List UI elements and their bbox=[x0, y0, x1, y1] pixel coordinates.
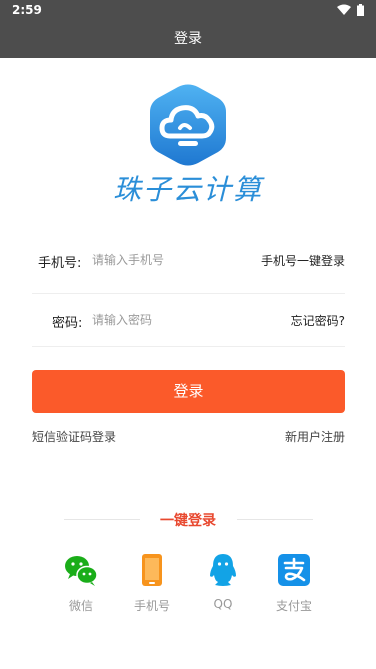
wechat-icon bbox=[65, 556, 98, 586]
battery-icon bbox=[357, 4, 364, 16]
cloud-logo-icon bbox=[150, 84, 226, 166]
qq-label: QQ bbox=[213, 597, 233, 611]
status-bar: 2:59 bbox=[0, 0, 376, 22]
alipay-login-button[interactable]: 支付宝 bbox=[259, 553, 329, 614]
divider bbox=[32, 346, 345, 347]
qq-icon bbox=[210, 554, 236, 586]
sms-login-link[interactable]: 短信验证码登录 bbox=[32, 428, 116, 445]
title-bar: 登录 bbox=[0, 22, 376, 58]
brand-name: 珠子云计算 bbox=[112, 173, 263, 206]
quick-login-title: 一键登录 bbox=[160, 513, 216, 529]
wechat-label: 微信 bbox=[68, 599, 93, 613]
phone-label: 手机号 bbox=[133, 599, 170, 613]
wifi-icon bbox=[337, 4, 351, 15]
status-time: 2:59 bbox=[12, 3, 42, 17]
password-input[interactable] bbox=[92, 306, 242, 334]
phone-row: 手机号: 手机号一键登录 bbox=[32, 236, 345, 286]
phone-label: 手机号: bbox=[38, 256, 82, 271]
phone-input[interactable] bbox=[92, 246, 242, 274]
divider bbox=[32, 293, 345, 294]
alipay-icon bbox=[278, 554, 310, 586]
wechat-login-button[interactable]: 微信 bbox=[46, 553, 116, 614]
status-icons bbox=[337, 4, 364, 16]
phone-icon bbox=[142, 554, 162, 586]
login-button[interactable]: 登录 bbox=[32, 370, 345, 413]
forgot-password-link[interactable]: 忘记密码? bbox=[291, 312, 345, 329]
page-title: 登录 bbox=[174, 31, 202, 47]
phone-login-button[interactable]: 手机号 bbox=[117, 553, 187, 614]
password-row: 密码: 忘记密码? bbox=[32, 296, 345, 346]
one-click-phone-login-link[interactable]: 手机号一键登录 bbox=[261, 252, 345, 269]
sub-links: 短信验证码登录 新用户注册 bbox=[32, 428, 345, 444]
register-link[interactable]: 新用户注册 bbox=[285, 428, 345, 445]
alipay-label: 支付宝 bbox=[275, 599, 312, 613]
qq-login-button[interactable]: QQ bbox=[188, 553, 258, 611]
password-label: 密码: bbox=[52, 316, 83, 331]
